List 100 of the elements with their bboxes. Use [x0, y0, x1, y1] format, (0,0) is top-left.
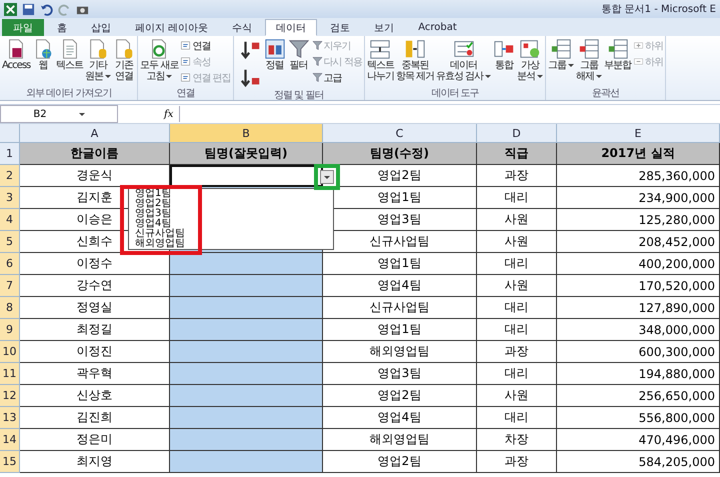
row-header[interactable]: 3 [0, 187, 20, 209]
ribbon-tab[interactable]: 검토 [319, 19, 362, 36]
table-cell: 영업4팀 [323, 407, 477, 429]
row-header[interactable]: 13 [0, 407, 20, 429]
ribbon-tab[interactable]: 삽입 [80, 19, 122, 36]
table-cell: 신규사업팀 [323, 297, 477, 319]
ribbon-button[interactable]: 통합 [492, 38, 516, 88]
table-cell: 170,520,000 [557, 275, 720, 297]
row-header[interactable]: 9 [0, 319, 20, 341]
table-cell: 194,880,000 [557, 363, 720, 385]
table-cell: 대리 [477, 363, 557, 385]
table-cell: 556,800,000 [557, 407, 720, 429]
ribbon-button[interactable]: 필터 [286, 38, 311, 90]
dropdown-option[interactable]: 영업4팀 [135, 219, 172, 229]
table-cell: 강수연 [20, 275, 170, 297]
row-header[interactable]: 10 [0, 341, 20, 363]
ribbon-tab[interactable]: 홈 [46, 19, 78, 36]
ribbon-button[interactable]: 텍스트 나누기 [366, 38, 395, 88]
sort-icon [240, 39, 262, 61]
ribbon-button[interactable]: 그룹 해제 [575, 38, 604, 88]
table-cell: 600,300,000 [557, 341, 720, 363]
ribbon-tab[interactable]: 수식 [221, 19, 264, 36]
caret-icon [596, 74, 602, 78]
ribbon-button[interactable]: 데이터 유효성 검사 [434, 38, 492, 88]
dropdown-option[interactable]: 영업2팀 [135, 199, 172, 209]
table-cell: 영업2팀 [323, 385, 477, 407]
window-title: 통합 문서1 - Microsoft E [601, 3, 716, 16]
link-icon [180, 40, 192, 51]
table-cell: 대리 [477, 187, 557, 209]
whatif-icon [519, 38, 542, 60]
ribbon-tab[interactable]: 페이지 레이아웃 [124, 19, 220, 36]
row-header[interactable]: 6 [0, 253, 20, 275]
row-header[interactable]: 2 [0, 165, 20, 187]
group-icon [550, 38, 572, 60]
column-header[interactable]: A [20, 124, 170, 143]
column-header[interactable]: B [170, 124, 323, 143]
ribbon-button[interactable]: 부분합 [603, 38, 632, 88]
row-header[interactable]: 1 [0, 143, 20, 165]
function-label[interactable]: fx [164, 108, 174, 120]
funnel-icon [288, 38, 310, 60]
table-cell: 영업1팀 [323, 319, 477, 341]
ribbon-tab[interactable]: 보기 [363, 19, 406, 36]
ribbon-button[interactable]: 기타 원본 [84, 38, 112, 88]
table-cell: 영업3팀 [323, 363, 477, 385]
dropdown-option[interactable]: 영업3팀 [135, 209, 172, 219]
group-label: 윤곽선 [591, 88, 620, 100]
table-cell: 234,900,000 [557, 187, 720, 209]
table-cell: 127,890,000 [557, 297, 720, 319]
table-cell: 대리 [477, 297, 557, 319]
table-cell: 125,280,000 [557, 209, 720, 231]
row-header[interactable]: 12 [0, 385, 20, 407]
caret-icon [568, 64, 574, 67]
row-header[interactable]: 11 [0, 363, 20, 385]
row-header[interactable]: 15 [0, 451, 20, 473]
ribbon-button[interactable]: Access [1, 38, 32, 88]
ribbon-tab[interactable]: Acrobat [407, 19, 468, 36]
dropdown-option[interactable]: 영업1팀 [135, 189, 172, 199]
row-header[interactable]: 8 [0, 297, 20, 319]
ribbon-button[interactable]: 중복된 항목 제거 [394, 38, 435, 88]
table-cell: 영업1팀 [323, 253, 477, 275]
table-cell: 과장 [477, 451, 557, 473]
row-header[interactable]: 4 [0, 209, 20, 231]
ribbon-button[interactable]: 기존 연결 [112, 38, 136, 88]
db-icon [87, 38, 110, 60]
column-header[interactable]: D [477, 124, 557, 143]
file-tab[interactable]: 파일 [2, 19, 44, 36]
ribbon-button[interactable]: 정렬 [262, 38, 287, 90]
column-header[interactable]: E [557, 124, 720, 143]
dropdown-button[interactable] [320, 170, 334, 184]
table-cell: 과장 [477, 341, 557, 363]
row-header[interactable]: 5 [0, 231, 20, 253]
table-cell: 348,000,000 [557, 319, 720, 341]
ribbon-button[interactable]: 그룹 [547, 38, 576, 88]
row-header[interactable]: 14 [0, 429, 20, 451]
ribbon-button[interactable]: 텍스트 [55, 38, 84, 88]
name-box[interactable]: B2 [0, 105, 118, 123]
table-cell: 신상호 [20, 385, 170, 407]
table-cell: 해외영업팀 [323, 341, 477, 363]
table-cell: 256,650,000 [557, 385, 720, 407]
table-cell: 해외영업팀 [323, 429, 477, 451]
subtotal-icon [606, 38, 629, 60]
caret-icon [537, 74, 544, 78]
group-label: 정렬 및 필터 [273, 90, 324, 102]
plus-icon [633, 40, 644, 51]
table-cell: 경운식 [20, 165, 170, 187]
column-header[interactable]: C [323, 124, 477, 143]
ribbon-button[interactable]: 고급 [310, 70, 363, 85]
row-header[interactable]: 7 [0, 275, 20, 297]
caret-icon [105, 74, 112, 78]
ribbon-button[interactable]: 가상 분석 [516, 38, 544, 88]
db-icon [113, 38, 136, 60]
ribbon-button[interactable]: 웹 [31, 38, 56, 88]
ribbon-button[interactable]: 연결 [179, 38, 232, 53]
ribbon-button[interactable]: 모두 새로 고침 [139, 38, 180, 88]
save-icon[interactable] [22, 2, 35, 16]
table-cell: 584,205,000 [557, 451, 720, 473]
table-cell: 차장 [477, 429, 557, 451]
ribbon-tab[interactable]: 데이터 [265, 19, 318, 36]
undo-icon[interactable] [40, 2, 53, 16]
funnel-icon [312, 56, 323, 67]
